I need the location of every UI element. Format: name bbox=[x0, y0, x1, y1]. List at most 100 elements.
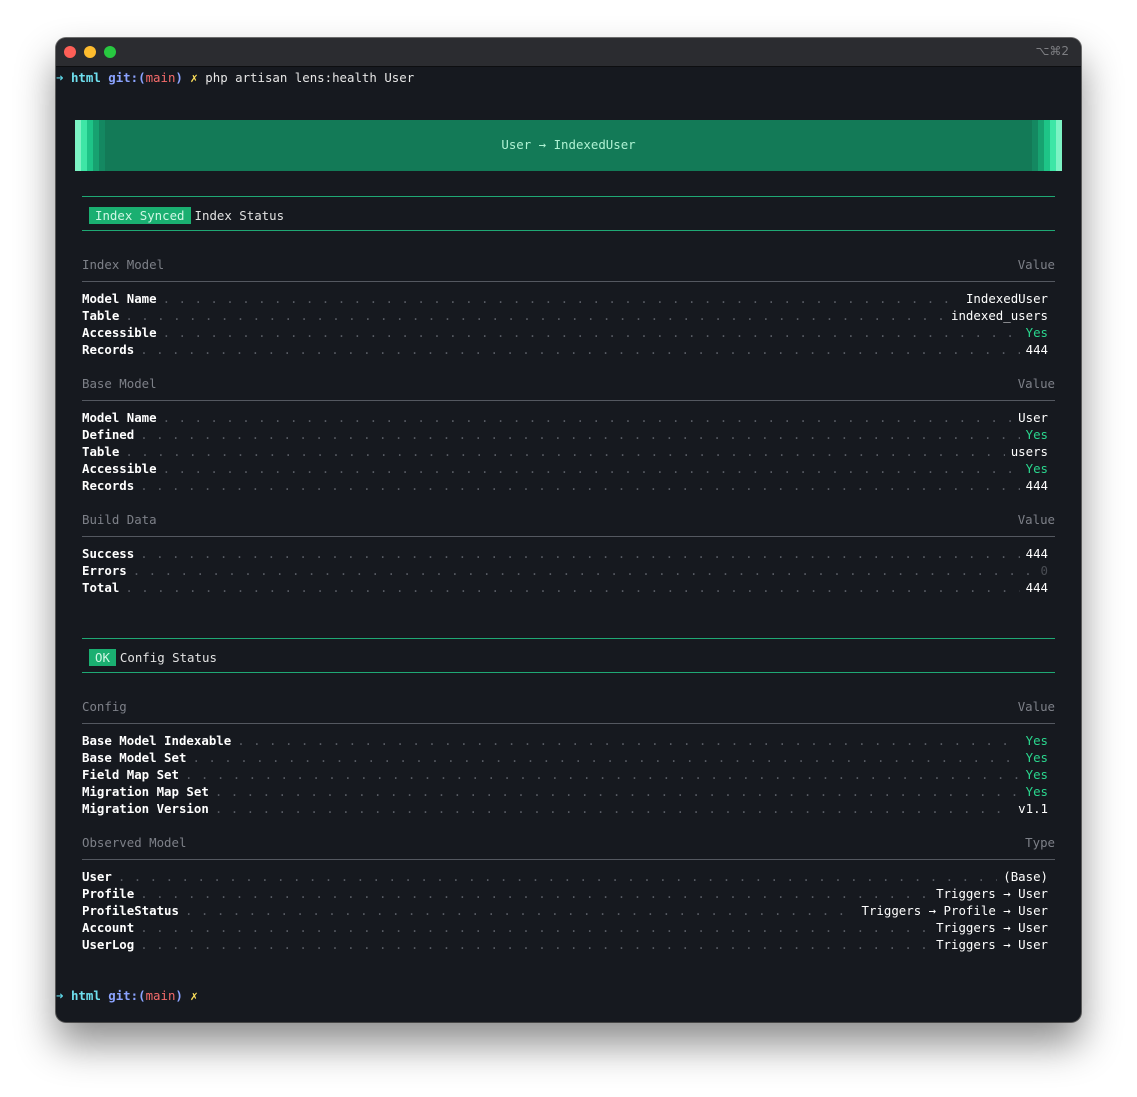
config-header: Config Value bbox=[82, 698, 1055, 715]
table-row: Model Name . . . . . . . . . . . . . . . … bbox=[82, 409, 1048, 426]
row-value: 444 bbox=[1025, 580, 1048, 595]
row-key: UserLog bbox=[82, 937, 135, 952]
dot-leader: . . . . . . . . . . . . . . . . . . . . … bbox=[162, 461, 1020, 476]
column-header: Build Data bbox=[82, 512, 157, 527]
dot-leader: . . . . . . . . . . . . . . . . . . . . … bbox=[184, 903, 856, 918]
divider bbox=[82, 196, 1055, 197]
table-row: Defined . . . . . . . . . . . . . . . . .… bbox=[82, 426, 1048, 443]
row-key: Migration Map Set bbox=[82, 784, 209, 799]
table-row: Table . . . . . . . . . . . . . . . . . .… bbox=[82, 307, 1048, 324]
table-row: Base Model Set . . . . . . . . . . . . . … bbox=[82, 749, 1048, 766]
row-value: 0 bbox=[1040, 563, 1048, 578]
dot-leader: . . . . . . . . . . . . . . . . . . . . … bbox=[140, 546, 1019, 561]
dot-leader: . . . . . . . . . . . . . . . . . . . . … bbox=[214, 784, 1020, 799]
column-header: Config bbox=[82, 699, 127, 714]
prompt-git-close: ) bbox=[175, 988, 183, 1003]
row-value: Triggers → Profile → User bbox=[861, 903, 1049, 918]
dot-leader: . . . . . . . . . . . . . . . . . . . . … bbox=[214, 801, 1012, 816]
prompt-dirty-icon: ✗ bbox=[190, 70, 198, 85]
prompt-branch: main bbox=[145, 70, 176, 85]
table-row: Model Name . . . . . . . . . . . . . . . … bbox=[82, 290, 1048, 307]
table-row: Migration Map Set . . . . . . . . . . . .… bbox=[82, 783, 1048, 800]
row-value: indexed_users bbox=[951, 308, 1048, 323]
ok-badge: OK bbox=[89, 649, 116, 666]
close-window-button[interactable] bbox=[64, 46, 76, 58]
row-value: Yes bbox=[1025, 767, 1048, 782]
dot-leader: . . . . . . . . . . . . . . . . . . . . … bbox=[132, 563, 1035, 578]
row-value: Yes bbox=[1025, 750, 1048, 765]
table-row: Records . . . . . . . . . . . . . . . . .… bbox=[82, 341, 1048, 358]
title-bar: ⌥⌘2 bbox=[56, 38, 1081, 67]
dot-leader: . . . . . . . . . . . . . . . . . . . . … bbox=[125, 444, 1004, 459]
prompt-directory: html bbox=[70, 70, 101, 85]
table-row: Field Map Set . . . . . . . . . . . . . .… bbox=[82, 766, 1048, 783]
row-key: Records bbox=[82, 478, 135, 493]
dot-leader: . . . . . . . . . . . . . . . . . . . . … bbox=[140, 937, 930, 952]
dot-leader: . . . . . . . . . . . . . . . . . . . . … bbox=[117, 869, 997, 884]
row-key: Table bbox=[82, 308, 120, 323]
row-value: v1.1 bbox=[1018, 801, 1048, 816]
dot-leader: . . . . . . . . . . . . . . . . . . . . … bbox=[162, 325, 1020, 340]
prompt-directory: html bbox=[70, 988, 101, 1003]
divider bbox=[82, 536, 1055, 537]
row-value: Yes bbox=[1025, 733, 1048, 748]
index-status-label: Index Status bbox=[194, 208, 285, 223]
prompt-git-label: git:( bbox=[108, 988, 146, 1003]
banner-title: User → IndexedUser bbox=[501, 137, 636, 152]
table-row: Profile . . . . . . . . . . . . . . . . .… bbox=[82, 885, 1048, 902]
row-value: Yes bbox=[1025, 427, 1048, 442]
row-key: Accessible bbox=[82, 325, 157, 340]
row-key: Model Name bbox=[82, 291, 157, 306]
minimize-window-button[interactable] bbox=[84, 46, 96, 58]
index-status: Index Synced Index Status bbox=[89, 205, 285, 224]
prompt-dirty-icon: ✗ bbox=[190, 988, 198, 1003]
next-prompt: ➜ html git:(main) ✗ bbox=[56, 987, 198, 1004]
command-text: php artisan lens:health User bbox=[205, 70, 415, 85]
row-value: users bbox=[1010, 444, 1048, 459]
row-value: Triggers → User bbox=[936, 920, 1048, 935]
prompt-git-close: ) bbox=[175, 70, 183, 85]
table-row: Table . . . . . . . . . . . . . . . . . .… bbox=[82, 443, 1048, 460]
row-value: Yes bbox=[1025, 325, 1048, 340]
row-value: User bbox=[1018, 410, 1048, 425]
divider bbox=[82, 672, 1055, 673]
table-row: Errors . . . . . . . . . . . . . . . . . … bbox=[82, 562, 1048, 579]
table-row: Migration Version . . . . . . . . . . . .… bbox=[82, 800, 1048, 817]
column-header-type: Type bbox=[1025, 835, 1055, 850]
prompt-git-label: git:( bbox=[108, 70, 146, 85]
zoom-window-button[interactable] bbox=[104, 46, 116, 58]
row-value: (Base) bbox=[1003, 869, 1048, 884]
row-key: Field Map Set bbox=[82, 767, 179, 782]
table-row: Accessible . . . . . . . . . . . . . . . … bbox=[82, 324, 1048, 341]
table-row: Accessible . . . . . . . . . . . . . . . … bbox=[82, 460, 1048, 477]
row-value: Triggers → User bbox=[936, 886, 1048, 901]
row-key: Account bbox=[82, 920, 135, 935]
table-row: Total . . . . . . . . . . . . . . . . . .… bbox=[82, 579, 1048, 596]
dot-leader: . . . . . . . . . . . . . . . . . . . . … bbox=[140, 920, 930, 935]
dot-leader: . . . . . . . . . . . . . . . . . . . . … bbox=[140, 427, 1019, 442]
row-key: Base Model Indexable bbox=[82, 733, 232, 748]
dot-leader: . . . . . . . . . . . . . . . . . . . . … bbox=[162, 291, 960, 306]
row-value: 444 bbox=[1025, 478, 1048, 493]
row-key: Base Model Set bbox=[82, 750, 187, 765]
dot-leader: . . . . . . . . . . . . . . . . . . . . … bbox=[192, 750, 1019, 765]
row-value: Yes bbox=[1025, 784, 1048, 799]
column-header-value: Value bbox=[1017, 512, 1055, 527]
dot-leader: . . . . . . . . . . . . . . . . . . . . … bbox=[184, 767, 1020, 782]
table-row: UserLog . . . . . . . . . . . . . . . . .… bbox=[82, 936, 1048, 953]
command-prompt: ➜ html git:(main) ✗ php artisan lens:hea… bbox=[56, 69, 414, 86]
row-key: Errors bbox=[82, 563, 127, 578]
banner-stripes-right bbox=[1032, 120, 1062, 171]
row-key: Defined bbox=[82, 427, 135, 442]
row-key: Migration Version bbox=[82, 801, 209, 816]
observed-model-header: Observed Model Type bbox=[82, 834, 1055, 851]
index-synced-badge: Index Synced bbox=[89, 207, 191, 224]
index-model-header: Index Model Value bbox=[82, 256, 1055, 273]
divider bbox=[82, 281, 1055, 282]
divider bbox=[82, 638, 1055, 639]
row-key: Records bbox=[82, 342, 135, 357]
dot-leader: . . . . . . . . . . . . . . . . . . . . … bbox=[140, 886, 930, 901]
prompt-arrow-icon: ➜ bbox=[56, 70, 64, 85]
table-row: Base Model Indexable . . . . . . . . . . … bbox=[82, 732, 1048, 749]
table-row: Account . . . . . . . . . . . . . . . . .… bbox=[82, 919, 1048, 936]
